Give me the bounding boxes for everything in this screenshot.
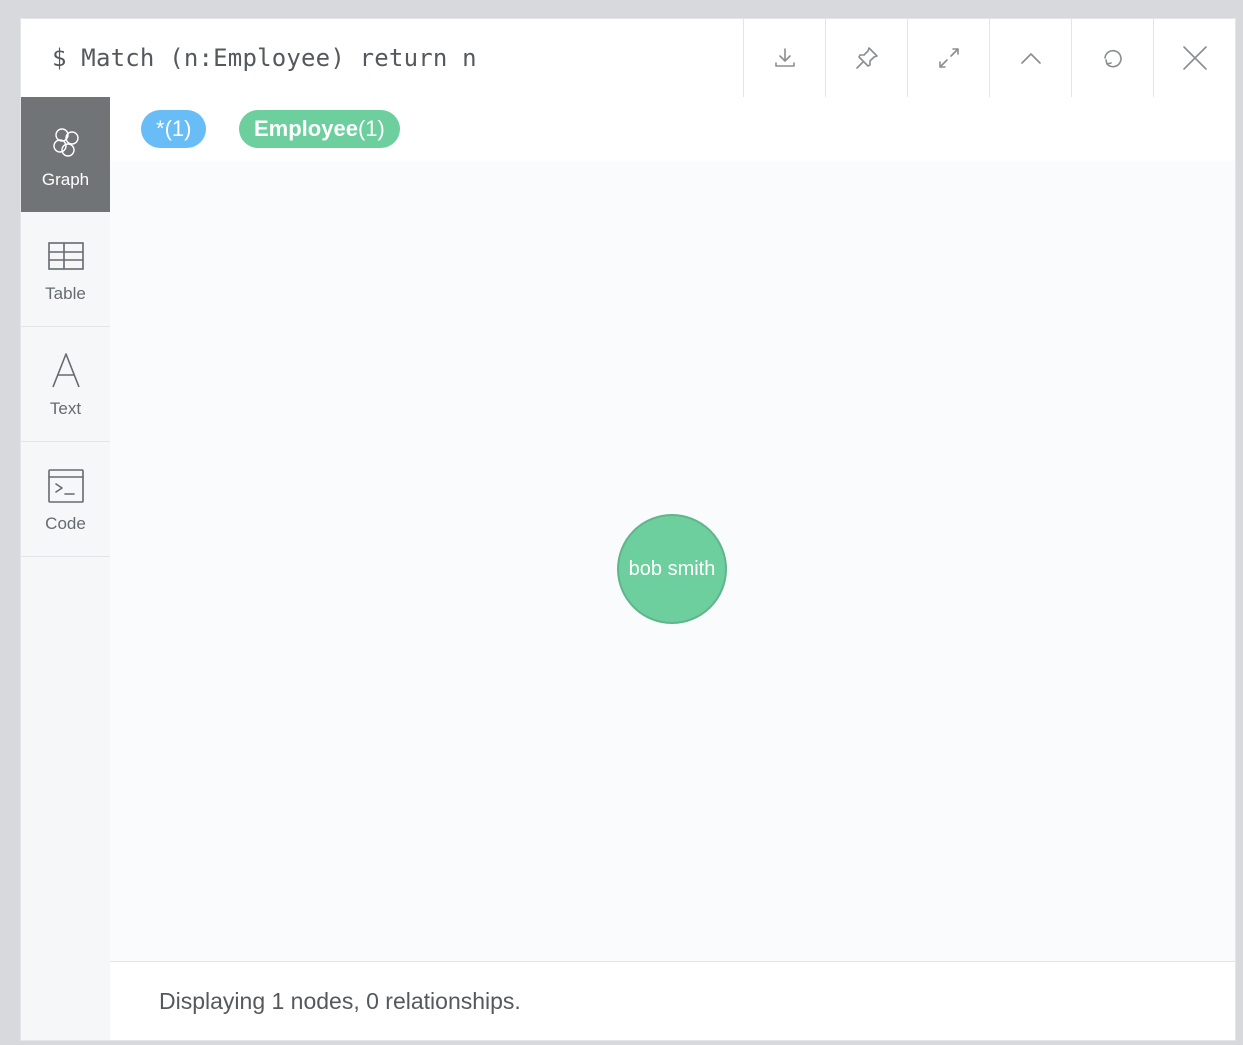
legend-label: Employee xyxy=(254,116,358,141)
result-frame: $ Match (n:Employee) return n Graph Tabl… xyxy=(20,18,1236,1041)
graph-icon xyxy=(52,127,79,157)
download-icon xyxy=(774,48,795,67)
sidebar-item-graph[interactable]: Graph xyxy=(21,97,110,212)
node-caption: bob smith xyxy=(628,557,716,580)
sidebar-item-label: Text xyxy=(49,399,82,418)
graph-canvas[interactable]: bob smith xyxy=(110,161,1235,962)
fullscreen-button[interactable] xyxy=(907,19,989,97)
rerun-button[interactable] xyxy=(1071,19,1153,97)
legend-label: * xyxy=(156,116,165,141)
close-icon xyxy=(1182,46,1207,70)
sidebar-item-label: Code xyxy=(45,514,86,533)
collapse-icon xyxy=(1020,53,1041,64)
status-text: Displaying 1 nodes, 0 relationships. xyxy=(159,988,521,1014)
sidebar-item-label: Table xyxy=(45,284,86,303)
query-text[interactable]: $ Match (n:Employee) return n xyxy=(52,44,477,72)
frame-header: $ Match (n:Employee) return n xyxy=(21,19,1235,98)
graph-node[interactable]: bob smith xyxy=(617,514,727,624)
sidebar-item-table[interactable]: Table xyxy=(21,212,110,327)
collapse-button[interactable] xyxy=(989,19,1071,97)
legend-employee-label[interactable]: Employee(1) xyxy=(239,110,400,148)
sidebar-item-code[interactable]: Code xyxy=(21,442,110,557)
sidebar-item-label: Graph xyxy=(41,169,90,189)
text-icon xyxy=(51,353,80,388)
download-button[interactable] xyxy=(743,19,825,97)
expand-icon xyxy=(938,48,959,68)
pin-button[interactable] xyxy=(825,19,907,97)
view-sidebar: Graph Table Text Code xyxy=(21,97,111,1040)
code-icon xyxy=(47,469,84,503)
sidebar-item-text[interactable]: Text xyxy=(21,327,110,442)
legend-count: (1) xyxy=(164,116,192,141)
close-button[interactable] xyxy=(1153,19,1235,97)
frame-actions xyxy=(743,19,1235,97)
pin-icon xyxy=(855,47,878,69)
legend-all-labels[interactable]: *(1) xyxy=(141,110,207,148)
rerun-icon xyxy=(1103,49,1122,68)
status-bar: Displaying 1 nodes, 0 relationships. xyxy=(110,961,1235,1040)
label-legend: *(1) Employee(1) xyxy=(110,97,1235,162)
legend-count: (1) xyxy=(357,116,385,141)
table-icon xyxy=(47,242,84,270)
